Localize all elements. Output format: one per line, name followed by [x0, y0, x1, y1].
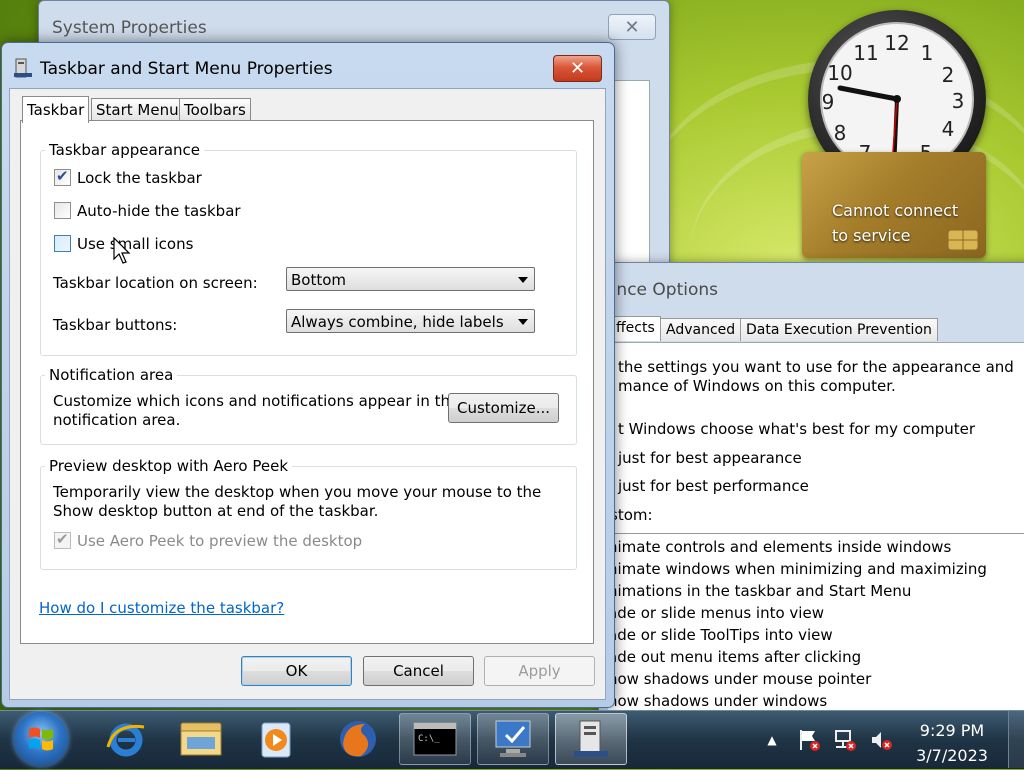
dialog-close-button[interactable]: ✕ — [553, 55, 602, 82]
aero-peek-label[interactable]: Use Aero Peek to preview the desktop — [77, 532, 362, 550]
tab-taskbar[interactable]: Taskbar — [22, 96, 90, 123]
start-button[interactable] — [14, 712, 68, 766]
taskbar-location-label: Taskbar location on screen: — [53, 274, 258, 292]
list-item[interactable]: nimations in the taskbar and Start Menu — [608, 582, 911, 600]
taskbar-taskbar-properties[interactable] — [555, 713, 627, 765]
close-icon: ✕ — [624, 16, 640, 38]
taskbar-system-properties[interactable] — [477, 713, 549, 765]
autohide-taskbar-label[interactable]: Auto-hide the taskbar — [77, 202, 241, 220]
tab-start-menu[interactable]: Start Menu — [91, 98, 184, 121]
autohide-taskbar-checkbox[interactable] — [54, 202, 71, 219]
windows-logo-icon — [29, 727, 53, 751]
performance-intro: the settings you want to use for the app… — [618, 358, 1014, 376]
system-properties-client — [612, 80, 650, 272]
clock-numeral: 3 — [952, 89, 965, 113]
media-player-icon — [261, 722, 291, 758]
mouse-pointer-icon — [113, 237, 131, 264]
taskbar-internet-explorer[interactable] — [90, 713, 162, 765]
apply-button[interactable]: Apply — [484, 656, 595, 686]
radio-custom[interactable]: stom: — [610, 506, 653, 524]
clock-numeral: 10 — [827, 61, 852, 85]
clock-numeral: 8 — [834, 121, 847, 145]
radio-let-windows-choose[interactable]: t Windows choose what's best for my comp… — [618, 420, 975, 438]
firefox-icon — [340, 721, 376, 757]
system-properties-close-button[interactable]: ✕ — [608, 14, 656, 40]
dialog-title: Taskbar and Start Menu Properties — [40, 59, 333, 79]
taskbar-properties-icon — [14, 58, 32, 78]
weather-line-1: Cannot connect — [832, 201, 959, 220]
performance-intro: mance of Windows on this computer. — [618, 377, 896, 395]
folder-icon — [180, 722, 222, 756]
system-properties-title: System Properties — [52, 18, 207, 38]
clock-time: 9:29 PM — [919, 721, 985, 740]
ok-button[interactable]: OK — [241, 656, 352, 686]
lock-taskbar-label[interactable]: Lock the taskbar — [77, 169, 202, 187]
list-item[interactable]: how shadows under windows — [608, 692, 827, 710]
visual-effects-list[interactable]: nimate controls and elements inside wind… — [608, 533, 1024, 724]
aero-peek-text: Temporarily view the desktop when you mo… — [53, 483, 542, 501]
clock-numeral: 1 — [921, 41, 934, 65]
notification-area-heading: Notification area — [45, 366, 178, 384]
notification-area-text: notification area. — [53, 411, 181, 429]
help-link[interactable]: How do I customize the taskbar? — [39, 599, 284, 617]
list-item[interactable]: nimate controls and elements inside wind… — [608, 538, 951, 556]
lock-taskbar-checkbox[interactable] — [54, 167, 71, 186]
clock-numeral: 11 — [853, 41, 878, 65]
taskbar-buttons-dropdown[interactable]: Always combine, hide labels — [286, 309, 535, 333]
customize-button[interactable]: Customize... — [448, 393, 559, 423]
show-desktop-button[interactable] — [1008, 711, 1024, 768]
internet-explorer-icon — [106, 723, 145, 757]
taskbar-media-player[interactable] — [240, 713, 312, 765]
weather-message: Cannot connect to service — [832, 198, 958, 248]
weather-line-2: to service — [832, 226, 911, 245]
performance-options-title: ance Options — [606, 280, 718, 300]
tab-advanced[interactable]: Advanced — [660, 318, 742, 341]
taskbar-command-prompt[interactable]: C:\_ — [399, 713, 471, 765]
taskbar-appearance-heading: Taskbar appearance — [45, 141, 205, 159]
radio-best-appearance[interactable]: just for best appearance — [618, 449, 802, 467]
taskbar-buttons-label: Taskbar buttons: — [53, 316, 178, 334]
system-clock[interactable]: 9:29 PM 3/7/2023 — [902, 718, 1002, 768]
list-item[interactable]: ade or slide menus into view — [608, 604, 824, 622]
close-icon: ✕ — [569, 58, 586, 79]
notification-area-text: Customize which icons and notifications … — [53, 392, 460, 410]
list-item[interactable]: ade or slide ToolTips into view — [608, 626, 833, 644]
network-icon[interactable] — [833, 728, 857, 752]
clock-date: 3/7/2023 — [916, 746, 988, 765]
computer-icon — [495, 720, 531, 757]
chevron-down-icon — [518, 319, 528, 325]
list-item[interactable]: nimate windows when minimizing and maxim… — [608, 560, 987, 578]
clock-numeral: 12 — [884, 31, 909, 55]
tab-data-execution-prevention[interactable]: Data Execution Prevention — [740, 318, 938, 341]
clock-numeral: 4 — [942, 117, 955, 141]
taskbar-properties-icon — [574, 720, 608, 757]
aero-peek-checkbox[interactable] — [54, 530, 71, 549]
action-center-flag-icon[interactable] — [797, 728, 821, 752]
show-hidden-icons-chevron-icon[interactable]: ▲ — [760, 728, 784, 752]
clock-numeral: 2 — [942, 63, 955, 87]
small-icons-label[interactable]: Use small icons — [77, 235, 193, 253]
radio-best-performance[interactable]: just for best performance — [618, 477, 809, 495]
list-item[interactable]: how shadows under mouse pointer — [608, 670, 871, 688]
tab-visual-effects[interactable]: ffects — [610, 316, 661, 341]
aero-peek-text: Show desktop button at end of the taskba… — [53, 502, 379, 520]
cancel-button[interactable]: Cancel — [363, 656, 474, 686]
small-icons-checkbox[interactable] — [54, 235, 71, 252]
taskbar-location-dropdown[interactable]: Bottom — [286, 267, 535, 291]
taskbar-location-value: Bottom — [291, 271, 347, 289]
taskbar-firefox[interactable] — [322, 713, 394, 765]
command-prompt-icon: C:\_ — [413, 722, 457, 756]
chevron-down-icon — [518, 277, 528, 283]
list-item[interactable]: ade out menu items after clicking — [608, 648, 861, 666]
clock-numeral: 9 — [822, 90, 835, 114]
tab-toolbars[interactable]: Toolbars — [179, 98, 251, 121]
taskbar-buttons-value: Always combine, hide labels — [291, 313, 504, 331]
volume-muted-icon[interactable] — [869, 728, 893, 752]
svg-text:C:\_: C:\_ — [418, 734, 440, 744]
taskbar-windows-explorer[interactable] — [166, 713, 238, 765]
aero-peek-heading: Preview desktop with Aero Peek — [45, 457, 293, 475]
